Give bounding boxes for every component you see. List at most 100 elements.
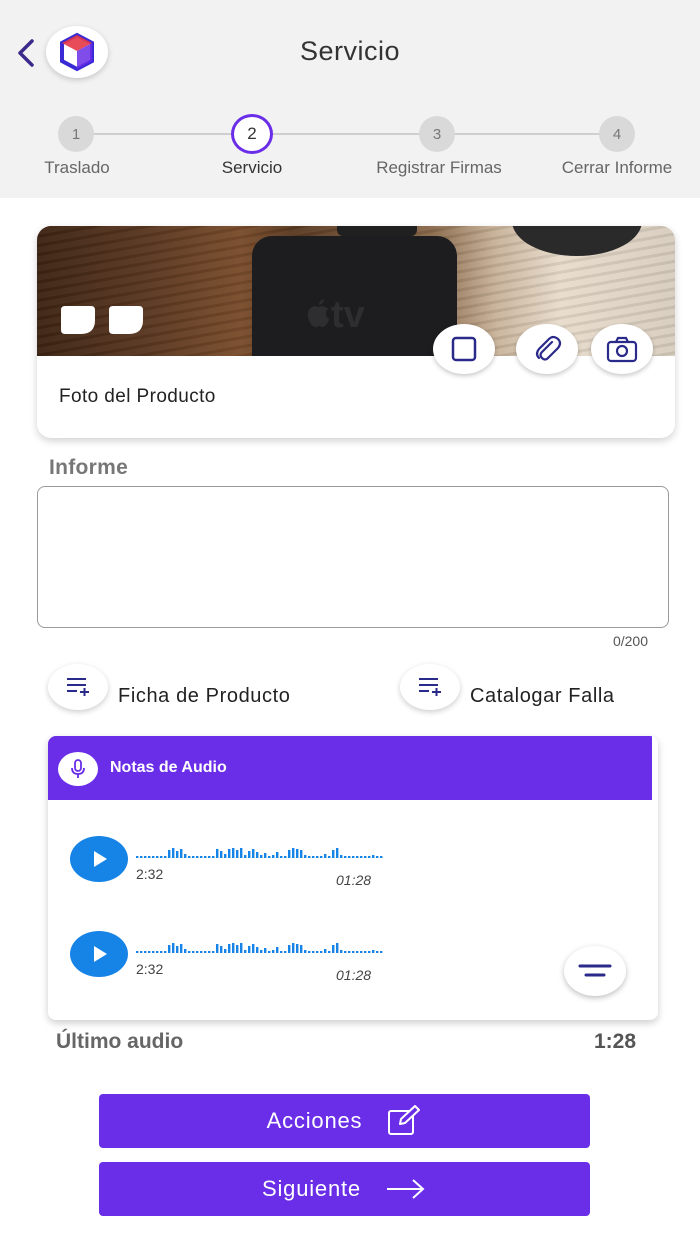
photo-device-text: tv xyxy=(305,294,365,337)
waveform-bar xyxy=(208,951,211,953)
waveform-bar xyxy=(144,951,147,953)
waveform-bar xyxy=(328,951,331,953)
waveform-bar xyxy=(184,949,187,953)
waveform-bar xyxy=(220,851,223,858)
waveform-bar xyxy=(284,951,287,953)
product-photo-card: tv Foto del Producto xyxy=(37,226,675,438)
waveform-bar xyxy=(216,849,219,858)
informe-textarea[interactable] xyxy=(37,486,669,628)
waveform-bar xyxy=(240,848,243,858)
play-button[interactable] xyxy=(70,931,128,977)
list-add-icon xyxy=(419,678,441,696)
waveform[interactable] xyxy=(136,838,386,860)
ficha-producto-button[interactable] xyxy=(48,664,108,710)
waveform-bar xyxy=(268,856,271,858)
waveform-bar xyxy=(256,852,259,858)
waveform-bar xyxy=(176,851,179,858)
waveform-bar xyxy=(160,951,163,953)
waveform-bar xyxy=(168,850,171,858)
waveform-bar xyxy=(272,950,275,953)
waveform-bar xyxy=(236,945,239,953)
product-photo[interactable]: tv xyxy=(37,226,675,356)
character-counter: 0/200 xyxy=(612,633,648,649)
waveform-bar xyxy=(200,856,203,858)
waveform-bar xyxy=(336,943,339,953)
audio-position: 01:28 xyxy=(336,872,372,888)
waveform-bar xyxy=(280,856,283,858)
waveform-bar xyxy=(236,850,239,858)
waveform-bar xyxy=(244,855,247,858)
waveform-bar xyxy=(352,856,355,858)
waveform[interactable] xyxy=(136,933,386,955)
waveform-bar xyxy=(316,951,319,953)
audio-notes-card: Notas de Audio 2:32 01:28 2:32 01:28 xyxy=(48,736,658,1020)
waveform-bar xyxy=(280,951,283,953)
waveform-bar xyxy=(332,945,335,953)
camera-icon xyxy=(606,336,638,363)
waveform-bar xyxy=(164,951,167,953)
waveform-bar xyxy=(284,856,287,858)
waveform-bar xyxy=(296,849,299,858)
crop-button[interactable] xyxy=(433,324,495,374)
paperclip-icon xyxy=(535,335,562,361)
waveform-bar xyxy=(228,944,231,953)
waveform-bar xyxy=(376,856,379,858)
waveform-bar xyxy=(288,850,291,858)
siguiente-button[interactable]: Siguiente xyxy=(99,1162,590,1216)
attach-button[interactable] xyxy=(516,324,578,374)
waveform-bar xyxy=(300,945,303,953)
play-icon xyxy=(94,851,107,867)
crop-square-icon xyxy=(451,336,477,362)
waveform-bar xyxy=(252,849,255,858)
step-2[interactable]: 2 xyxy=(231,114,273,154)
waveform-bar xyxy=(320,951,323,953)
waveform-bar xyxy=(340,950,343,953)
waveform-bar xyxy=(360,951,363,953)
last-audio-value: 1:28 xyxy=(593,1030,636,1053)
stepper-track xyxy=(76,133,618,135)
waveform-bar xyxy=(136,856,139,858)
microphone-icon xyxy=(71,759,85,778)
waveform-bar xyxy=(164,856,167,858)
step-2-label: Servicio xyxy=(221,158,283,177)
waveform-bar xyxy=(152,856,155,858)
audio-note-item: 2:32 01:28 xyxy=(48,931,648,1001)
waveform-bar xyxy=(344,856,347,858)
waveform-bar xyxy=(136,951,139,953)
play-button[interactable] xyxy=(70,836,128,882)
camera-button[interactable] xyxy=(591,324,653,374)
waveform-bar xyxy=(276,947,279,953)
catalogar-falla-label[interactable]: Catalogar Falla xyxy=(470,685,615,708)
waveform-bar xyxy=(192,856,195,858)
waveform-bar xyxy=(308,951,311,953)
waveform-bar xyxy=(148,951,151,953)
waveform-bar xyxy=(272,855,275,858)
waveform-bar xyxy=(376,951,379,953)
waveform-bar xyxy=(252,944,255,953)
waveform-bar xyxy=(216,944,219,953)
waveform-bar xyxy=(212,951,215,953)
list-add-icon xyxy=(67,678,89,696)
step-1-label: Traslado xyxy=(44,158,110,177)
waveform-bar xyxy=(372,855,375,858)
waveform-bar xyxy=(204,856,207,858)
ficha-producto-label[interactable]: Ficha de Producto xyxy=(118,685,291,708)
waveform-bar xyxy=(200,951,203,953)
waveform-bar xyxy=(380,856,383,858)
waveform-bar xyxy=(156,951,159,953)
waveform-bar xyxy=(244,950,247,953)
waveform-bar xyxy=(248,946,251,953)
step-1[interactable]: 1 xyxy=(58,116,94,152)
waveform-bar xyxy=(172,943,175,953)
audio-list-button[interactable] xyxy=(564,946,626,996)
waveform-bar xyxy=(364,856,367,858)
waveform-bar xyxy=(316,856,319,858)
waveform-bar xyxy=(368,951,371,953)
catalogar-falla-button[interactable] xyxy=(400,664,460,710)
waveform-bar xyxy=(224,854,227,858)
acciones-button[interactable]: Acciones xyxy=(99,1094,590,1148)
waveform-bar xyxy=(204,951,207,953)
step-4[interactable]: 4 xyxy=(599,116,635,152)
step-3[interactable]: 3 xyxy=(419,116,455,152)
mic-button[interactable] xyxy=(58,752,98,786)
